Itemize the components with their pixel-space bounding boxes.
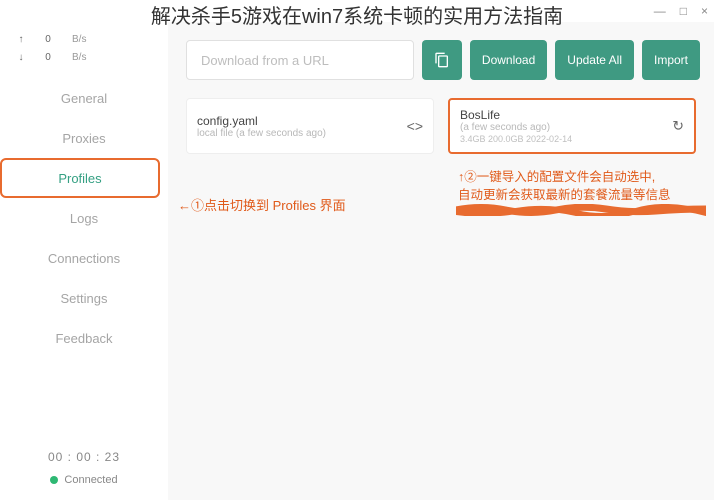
download-button[interactable]: Download (470, 40, 547, 80)
nav-connections[interactable]: Connections (0, 238, 168, 278)
import-button[interactable]: Import (642, 40, 700, 80)
copy-icon (434, 52, 450, 68)
annotation-2: ↑②一键导入的配置文件会自动选中, 自动更新会获取最新的套餐流量等信息 (458, 168, 708, 204)
nav-settings[interactable]: Settings (0, 278, 168, 318)
window-controls: — □ × (654, 4, 708, 18)
refresh-icon[interactable]: ↻ (672, 118, 684, 135)
overlay-title: 解决杀手5游戏在win7系统卡顿的实用方法指南 (151, 0, 563, 29)
annotation-2-line1: ↑②一键导入的配置文件会自动选中, (458, 168, 708, 186)
connection-status: Connected (0, 474, 168, 486)
annotation-1: ←①点击切换到 Profiles 界面 (178, 195, 346, 214)
annotation-2-line2: 自动更新会获取最新的套餐流量等信息 (458, 186, 708, 204)
download-arrow-icon: ↓ (18, 52, 24, 63)
nav-logs[interactable]: Logs (0, 198, 168, 238)
download-url-input[interactable] (186, 40, 414, 80)
window-maximize[interactable]: □ (680, 4, 687, 18)
download-unit: B/s (72, 52, 86, 63)
upload-arrow-icon: ↑ (18, 34, 24, 45)
connection-timer: 00 : 00 : 23 (0, 450, 168, 464)
nav-proxies[interactable]: Proxies (0, 118, 168, 158)
download-value: 0 (42, 52, 54, 63)
window-close[interactable]: × (701, 4, 708, 18)
highlight-scribble-icon (456, 204, 706, 216)
copy-button[interactable] (422, 40, 462, 80)
profile-card-title: config.yaml (197, 114, 423, 128)
update-all-button[interactable]: Update All (555, 40, 634, 80)
profile-card-local[interactable]: config.yaml local file (a few seconds ag… (186, 98, 434, 154)
traffic-indicator: ↑ 0 B/s ↓ 0 B/s (0, 22, 168, 78)
profile-card-title: BosLife (460, 108, 684, 122)
upload-unit: B/s (72, 34, 86, 45)
window-minimize[interactable]: — (654, 4, 666, 18)
profile-card-subtitle: local file (a few seconds ago) (197, 128, 423, 139)
profile-card-meta: 3.4GB 200.0GB 2022-02-14 (460, 134, 684, 144)
nav-general[interactable]: General (0, 78, 168, 118)
sidebar: ↑ 0 B/s ↓ 0 B/s General Proxies Profiles… (0, 22, 168, 500)
edit-icon[interactable]: <> (407, 118, 423, 134)
profile-card-subtitle: (a few seconds ago) (460, 122, 684, 133)
nav-feedback[interactable]: Feedback (0, 318, 168, 358)
status-label: Connected (64, 474, 117, 486)
nav: General Proxies Profiles Logs Connection… (0, 78, 168, 358)
nav-profiles[interactable]: Profiles (0, 158, 160, 198)
profile-card-remote[interactable]: BosLife (a few seconds ago) 3.4GB 200.0G… (448, 98, 696, 154)
main-panel: Download Update All Import config.yaml l… (168, 22, 714, 500)
status-dot-icon (50, 476, 58, 484)
upload-value: 0 (42, 34, 54, 45)
